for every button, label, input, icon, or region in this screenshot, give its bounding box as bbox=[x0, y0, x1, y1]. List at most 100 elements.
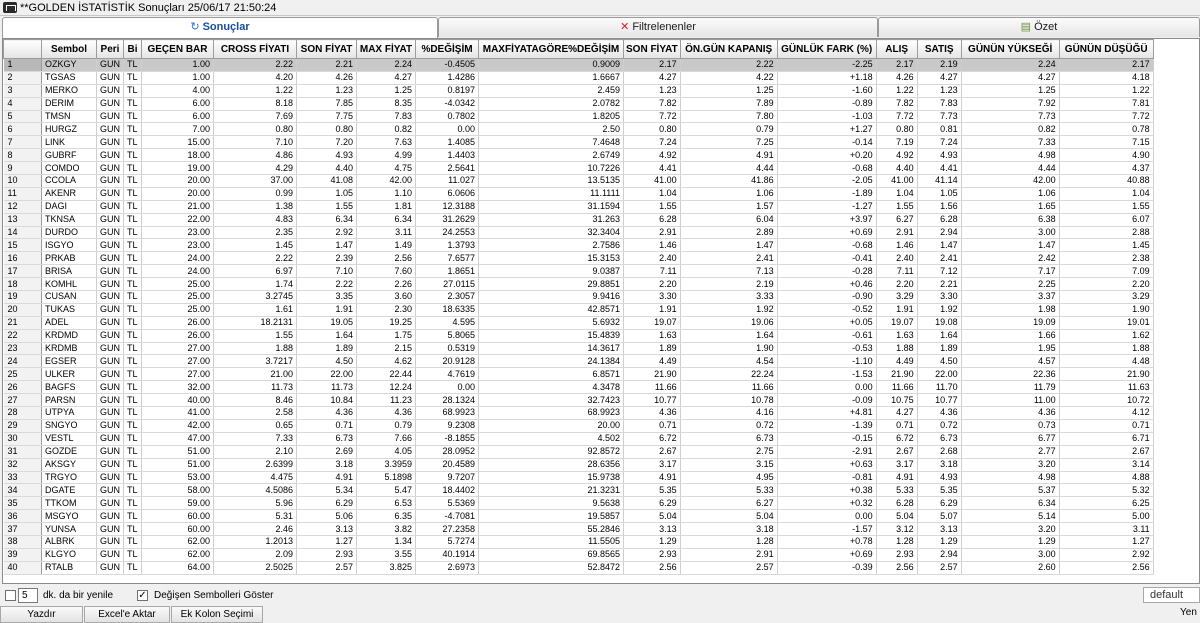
extra-columns-button[interactable]: Ek Kolon Seçimi bbox=[171, 606, 263, 623]
column-header[interactable]: ALIŞ bbox=[875, 39, 918, 59]
table-cell: TL bbox=[123, 496, 142, 511]
table-row[interactable]: 4 DERIM GUN TL 6.00 8.18 7.85 8.35 -4.0342 2.0782… bbox=[3, 97, 1154, 111]
table-row[interactable]: 21 ADEL GUN TL 26.00 18.2131 19.05 19.25 4.595 5.… bbox=[3, 316, 1154, 330]
table-row[interactable]: 11 AKENR GUN TL 20.00 0.99 1.05 1.10 6.0606 11.11… bbox=[3, 187, 1154, 201]
column-header[interactable]: %DEĞİŞİM bbox=[415, 39, 479, 59]
table-cell: 2.58 bbox=[213, 406, 297, 420]
table-cell: 2.42 bbox=[961, 251, 1060, 266]
column-header[interactable]: GÜNÜN DÜŞÜĞÜ bbox=[1058, 39, 1154, 59]
table-cell: 6.00 bbox=[141, 110, 214, 124]
table-cell: 3.17 bbox=[876, 458, 918, 472]
table-cell: 4.36 bbox=[917, 406, 962, 420]
table-cell: 3.18 bbox=[296, 458, 357, 472]
table-cell: DAGI bbox=[41, 200, 97, 214]
table-row[interactable]: 32 AKSGY GUN TL 51.00 2.6399 3.18 3.3959 20.4589… bbox=[3, 458, 1154, 472]
table-cell: GUN bbox=[96, 509, 124, 524]
table-cell: 2.75 bbox=[680, 445, 778, 459]
table-cell: 4.595 bbox=[415, 316, 479, 330]
column-header[interactable]: GÜNÜN YÜKSEĞİ bbox=[960, 39, 1060, 59]
column-header[interactable]: MAX FİYAT bbox=[356, 39, 416, 59]
table-cell: 2.24 bbox=[356, 58, 416, 72]
print-button[interactable]: Yazdır bbox=[0, 606, 83, 623]
table-cell: COMDO bbox=[41, 161, 97, 176]
table-cell: 4.93 bbox=[296, 148, 357, 163]
table-row[interactable]: 3 MERKO GUN TL 4.00 1.22 1.23 1.25 0.8197 2.459 1.… bbox=[3, 84, 1154, 98]
refresh-minutes-input[interactable]: 5 bbox=[18, 588, 38, 603]
table-cell: GUN bbox=[96, 342, 124, 356]
table-row[interactable]: 31 GOZDE GUN TL 51.00 2.10 2.69 4.05 28.0952 92.8… bbox=[3, 445, 1154, 459]
column-header[interactable]: Peri bbox=[96, 39, 124, 59]
table-row[interactable]: 7 LINK GUN TL 15.00 7.10 7.20 7.63 1.4085 7.4648 7… bbox=[3, 135, 1154, 150]
table-row[interactable]: 2 TGSAS GUN TL 1.00 4.20 4.26 4.27 1.4286 1.6667 4… bbox=[3, 71, 1154, 85]
table-cell: 68.9923 bbox=[415, 406, 479, 420]
table-row[interactable]: 27 PARSN GUN TL 40.00 8.46 10.84 11.23 28.1324 32… bbox=[3, 393, 1154, 408]
export-excel-button[interactable]: Excel'e Aktar bbox=[84, 606, 170, 623]
column-header[interactable]: ÖN.GÜN KAPANIŞ bbox=[679, 39, 778, 59]
column-header[interactable]: CROSS FİYATI bbox=[213, 39, 297, 59]
table-row[interactable]: 35 TTKOM GUN TL 59.00 5.96 6.29 6.53 5.5369 9.563… bbox=[3, 496, 1154, 511]
table-row[interactable]: 8 GUBRF GUN TL 18.00 4.86 4.93 4.99 1.4403 2.6749… bbox=[3, 148, 1154, 163]
table-row[interactable]: 36 MSGYO GUN TL 60.00 5.31 5.06 6.35 -4.7081 19.5… bbox=[3, 509, 1154, 524]
table-row[interactable]: 6 HURGZ GUN TL 7.00 0.80 0.80 0.82 0.00 2.50 0.80 0… bbox=[3, 122, 1154, 137]
new-button[interactable]: Yen bbox=[1180, 607, 1197, 618]
table-row[interactable]: 15 ISGYO GUN TL 23.00 1.45 1.47 1.49 1.3793 2.758… bbox=[3, 238, 1154, 253]
table-row[interactable]: 28 UTPYA GUN TL 41.00 2.58 4.36 4.36 68.9923 68.9… bbox=[3, 406, 1154, 420]
table-cell: 0.65 bbox=[213, 419, 297, 433]
tab-ozet[interactable]: ▤ Özet bbox=[878, 17, 1200, 37]
column-header[interactable]: SON FİYAT bbox=[296, 39, 357, 59]
table-row[interactable]: 19 CUSAN GUN TL 25.00 3.2745 3.35 3.60 2.3057 9.9… bbox=[3, 290, 1154, 304]
table-cell: 1.91 bbox=[296, 303, 357, 317]
table-row[interactable]: 17 BRISA GUN TL 24.00 6.97 7.10 7.60 1.8651 9.038… bbox=[3, 264, 1154, 279]
auto-refresh-checkbox[interactable] bbox=[5, 590, 16, 601]
table-row[interactable]: 1 OZKGY GUN TL 1.00 2.22 2.21 2.24 -0.4505 0.9009… bbox=[3, 58, 1154, 72]
table-cell: TL bbox=[123, 419, 142, 433]
table-row[interactable]: 24 EGSER GUN TL 27.00 3.7217 4.50 4.62 20.9128 24… bbox=[3, 354, 1154, 369]
table-row[interactable]: 9 COMDO GUN TL 19.00 4.29 4.40 4.75 2.5641 10.722… bbox=[3, 161, 1154, 176]
column-header[interactable]: Bi bbox=[123, 39, 142, 59]
table-row[interactable]: 13 TKNSA GUN TL 22.00 4.83 6.34 6.34 31.2629 31.2… bbox=[3, 213, 1154, 227]
column-header[interactable]: SON FİYAT bbox=[623, 39, 681, 59]
table-cell: 4.86 bbox=[213, 148, 297, 163]
table-row[interactable]: 16 PRKAB GUN TL 24.00 2.22 2.39 2.56 7.6577 15.31… bbox=[3, 251, 1154, 266]
table-row[interactable]: 33 TRGYO GUN TL 53.00 4.475 4.91 5.1898 9.7207 15… bbox=[3, 471, 1154, 485]
table-cell: 28.6356 bbox=[478, 458, 624, 472]
column-header[interactable]: SATIŞ bbox=[916, 39, 962, 59]
table-row[interactable]: 40 RTALB GUN TL 64.00 2.5025 2.57 3.825 2.6973 52… bbox=[3, 561, 1154, 575]
column-header[interactable]: MAXFİYATAGÖRE%DEĞİŞİM bbox=[478, 39, 624, 59]
table-cell: 1.90 bbox=[1059, 303, 1154, 317]
tab-sonuclar[interactable]: ↻ Sonuçlar bbox=[2, 17, 438, 38]
table-row[interactable]: 39 KLGYO GUN TL 62.00 2.09 2.93 3.55 40.1914 69.8… bbox=[3, 548, 1154, 562]
table-cell: 0.71 bbox=[623, 419, 681, 433]
table-cell: GUN bbox=[96, 316, 124, 330]
results-grid[interactable]: Sembol Peri Bi GEÇEN BAR CROSS FİYATI SON FİY… bbox=[2, 38, 1200, 584]
show-changed-checkbox[interactable]: ✓ bbox=[137, 590, 148, 601]
table-row[interactable]: 14 DURDO GUN TL 23.00 2.35 2.92 3.11 24.2553 32.3… bbox=[3, 226, 1154, 240]
row-number: 37 bbox=[3, 522, 42, 536]
table-row[interactable]: 12 DAGI GUN TL 21.00 1.38 1.55 1.81 12.3188 31.15… bbox=[3, 200, 1154, 214]
table-row[interactable]: 20 TUKAS GUN TL 25.00 1.61 1.91 2.30 18.6335 42.8… bbox=[3, 303, 1154, 317]
table-row[interactable]: 5 TMSN GUN TL 6.00 7.69 7.75 7.83 0.7802 1.8205 7.… bbox=[3, 110, 1154, 124]
table-row[interactable]: 38 ALBRK GUN TL 62.00 1.2013 1.27 1.34 5.7274 11.… bbox=[3, 535, 1154, 549]
table-row[interactable]: 29 SNGYO GUN TL 42.00 0.65 0.71 0.79 9.2308 20.00… bbox=[3, 419, 1154, 433]
table-row[interactable]: 18 KOMHL GUN TL 25.00 1.74 2.22 2.26 27.0115 29.8… bbox=[3, 277, 1154, 292]
column-header[interactable]: Sembol bbox=[41, 39, 97, 59]
table-cell: TL bbox=[123, 458, 142, 472]
table-row[interactable]: 30 VESTL GUN TL 47.00 7.33 6.73 7.66 -8.1855 4.50… bbox=[3, 432, 1154, 446]
tab-filtrelenenler[interactable]: ✕ Filtrelenenler bbox=[438, 17, 878, 37]
table-row[interactable]: 37 YUNSA GUN TL 60.00 2.46 3.13 3.82 27.2358 55.2… bbox=[3, 522, 1154, 536]
column-header[interactable]: GÜNLÜK FARK (%) bbox=[776, 39, 877, 59]
table-cell: 4.44 bbox=[680, 161, 778, 176]
table-cell: 62.00 bbox=[141, 535, 214, 549]
table-row[interactable]: 25 ULKER GUN TL 27.00 21.00 22.00 22.44 4.7619 6.… bbox=[3, 367, 1154, 382]
table-row[interactable]: 22 KRDMD GUN TL 26.00 1.55 1.64 1.75 5.8065 15.48… bbox=[3, 329, 1154, 343]
table-row[interactable]: 10 CCOLA GUN TL 20.00 37.00 41.08 42.00 11.027 13… bbox=[3, 174, 1154, 188]
table-cell: -2.05 bbox=[777, 174, 877, 188]
table-row[interactable]: 26 BAGFS GUN TL 32.00 11.73 11.73 12.24 0.00 4.34… bbox=[3, 380, 1154, 395]
table-cell: 1.45 bbox=[213, 238, 297, 253]
table-row[interactable]: 34 DGATE GUN TL 58.00 4.5086 5.34 5.47 18.4402 21… bbox=[3, 483, 1154, 498]
default-button[interactable]: default bbox=[1143, 587, 1200, 603]
column-header[interactable]: GEÇEN BAR bbox=[141, 39, 214, 59]
table-row[interactable]: 23 KRDMB GUN TL 27.00 1.88 1.89 2.15 0.5319 14.36… bbox=[3, 342, 1154, 356]
table-cell: 0.00 bbox=[415, 122, 479, 137]
table-cell: 0.71 bbox=[1059, 419, 1154, 433]
